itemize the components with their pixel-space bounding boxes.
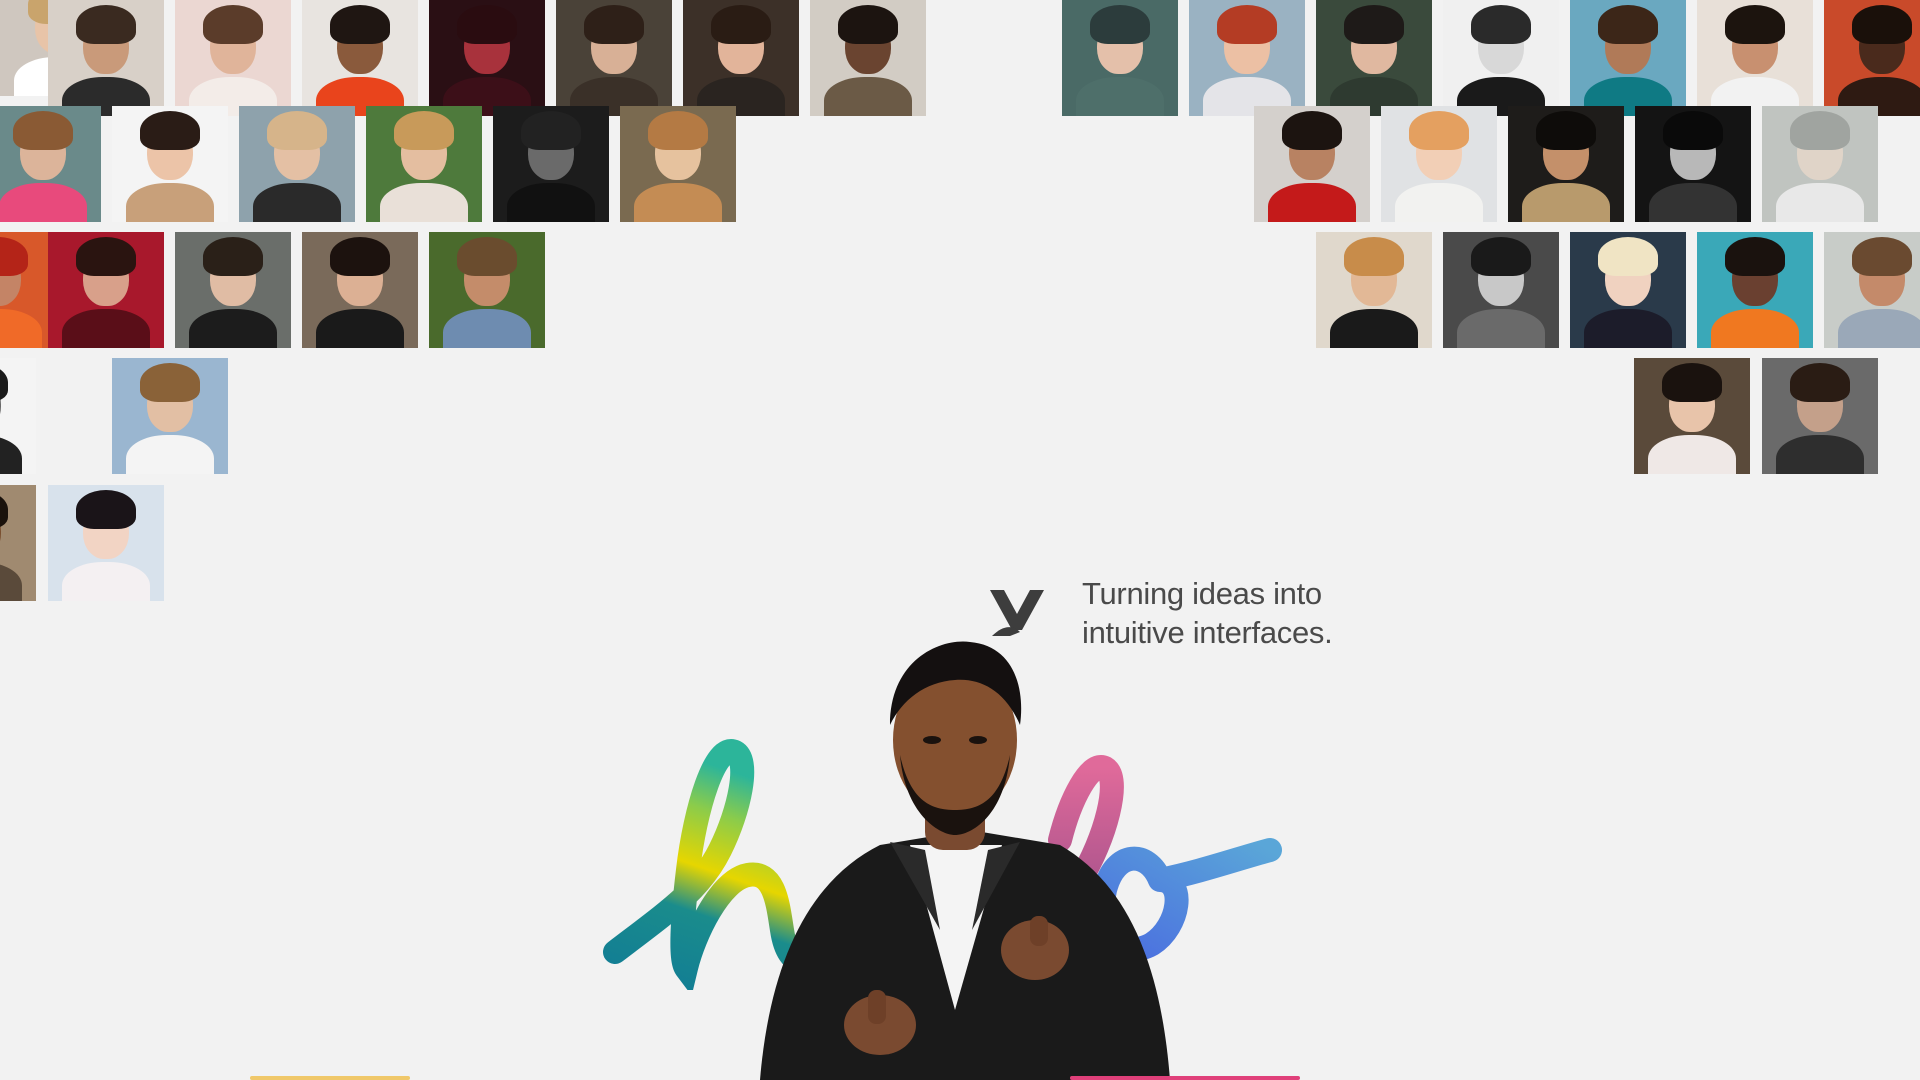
portrait-photo	[175, 232, 291, 348]
portrait-photo	[493, 106, 609, 222]
bottom-accent-bar	[250, 1076, 410, 1080]
portrait-photo	[175, 0, 291, 116]
portrait-photo	[1316, 0, 1432, 116]
portrait-photo	[1443, 232, 1559, 348]
hero-slide: Turning ideas into intuitive interfaces.	[0, 0, 1920, 1080]
portrait-photo	[1635, 106, 1751, 222]
portrait-photo	[1570, 232, 1686, 348]
portrait-photo	[1634, 358, 1750, 474]
portrait-photo	[1508, 106, 1624, 222]
portrait-photo	[48, 0, 164, 116]
portrait-photo	[620, 106, 736, 222]
portrait-photo	[302, 232, 418, 348]
portrait-photo	[48, 485, 164, 601]
portrait-photo	[1824, 0, 1920, 116]
portrait-photo	[810, 0, 926, 116]
portrait-photo	[0, 485, 36, 601]
portrait-photo	[239, 106, 355, 222]
portrait-photo	[1697, 232, 1813, 348]
tagline: Turning ideas into intuitive interfaces.	[1082, 574, 1422, 652]
bottom-accent-bar	[1070, 1076, 1300, 1080]
portrait-photo	[0, 106, 101, 222]
man-in-black-suit-photo	[760, 641, 1170, 1080]
portrait-photo	[0, 358, 36, 474]
portrait-photo	[429, 0, 545, 116]
portrait-photo	[1381, 106, 1497, 222]
portrait-photo	[1062, 0, 1178, 116]
tagline-line-2: intuitive interfaces.	[1082, 615, 1333, 650]
portrait-photo	[556, 0, 672, 116]
portrait-photo	[1762, 358, 1878, 474]
portrait-photo	[112, 358, 228, 474]
portrait-photo	[1570, 0, 1686, 116]
portrait-photo	[683, 0, 799, 116]
portrait-photo	[1443, 0, 1559, 116]
portrait-photo	[1697, 0, 1813, 116]
portrait-photo	[429, 232, 545, 348]
portrait-photo	[1316, 232, 1432, 348]
portrait-photo	[1762, 106, 1878, 222]
portrait-photo	[1824, 232, 1920, 348]
portrait-photo	[112, 106, 228, 222]
portrait-photo	[1254, 106, 1370, 222]
portrait-photo	[48, 232, 164, 348]
portrait-photo	[366, 106, 482, 222]
portrait-photo	[1189, 0, 1305, 116]
v-monogram-icon	[990, 590, 1044, 636]
tagline-line-1: Turning ideas into	[1082, 576, 1322, 611]
portrait-photo	[302, 0, 418, 116]
